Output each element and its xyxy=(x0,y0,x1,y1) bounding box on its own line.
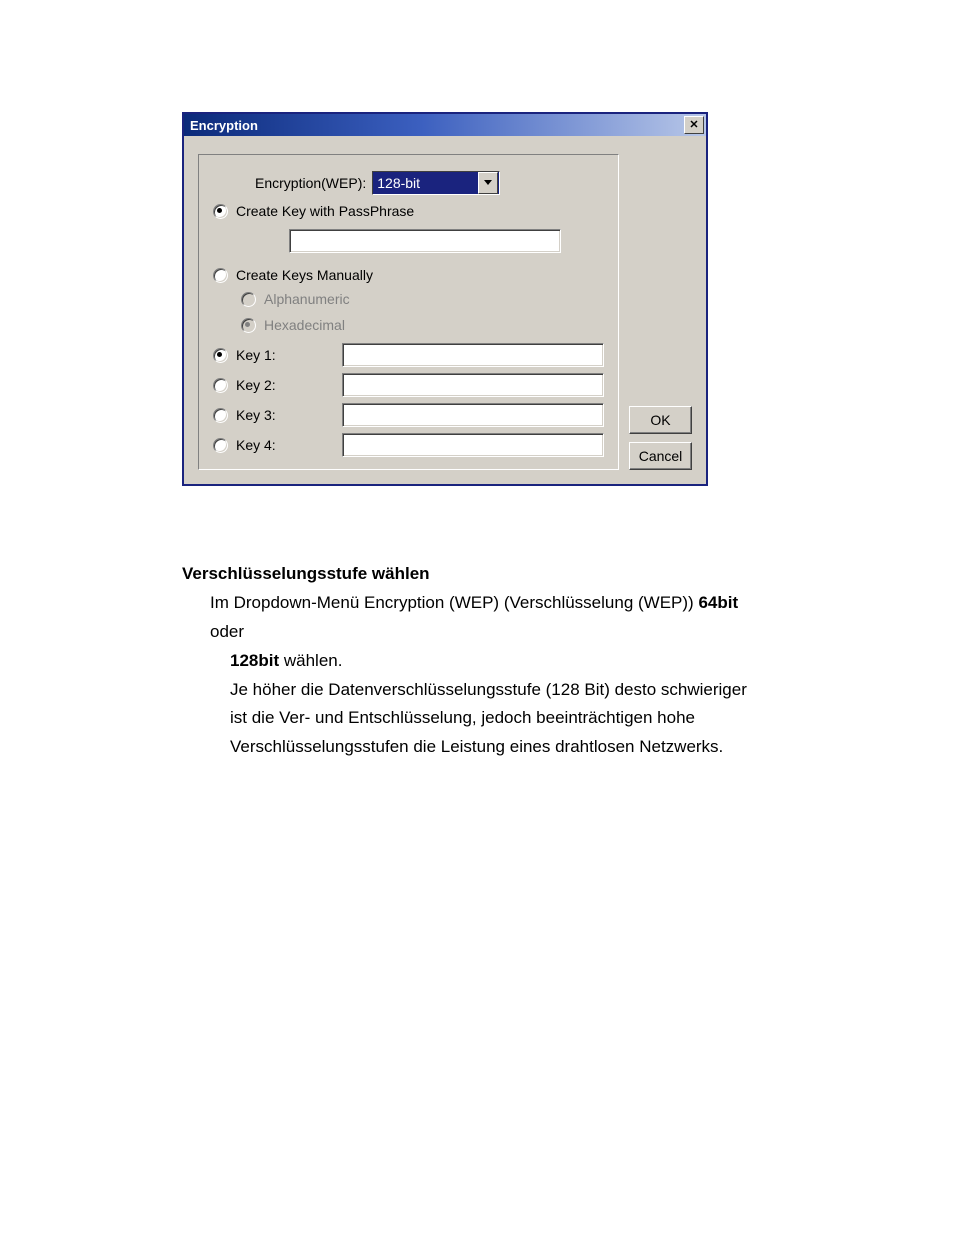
doc-para2-l2: ist die Ver- und Entschlüsselung, jedoch… xyxy=(230,704,772,733)
key4-input[interactable] xyxy=(342,433,604,457)
key3-label: Key 3: xyxy=(236,407,294,423)
radio-alpha xyxy=(241,292,256,307)
key2-label: Key 2: xyxy=(236,377,294,393)
radio-hex-label: Hexadecimal xyxy=(264,317,345,333)
doc-heading: Verschlüsselungsstufe wählen xyxy=(182,560,772,589)
key4-label: Key 4: xyxy=(236,437,294,453)
doc-para2-l3: Verschlüsselungsstufen die Leistung eine… xyxy=(230,733,772,762)
radio-alpha-label: Alphanumeric xyxy=(264,291,350,307)
doc-line2: 128bit wählen. xyxy=(230,647,772,676)
radio-key1[interactable] xyxy=(213,348,228,363)
radio-key4[interactable] xyxy=(213,438,228,453)
encryption-value: 128-bit xyxy=(373,172,477,194)
document-text: Verschlüsselungsstufe wählen Im Dropdown… xyxy=(182,560,772,762)
radio-key3[interactable] xyxy=(213,408,228,423)
passphrase-input[interactable] xyxy=(289,229,561,253)
chevron-down-icon[interactable] xyxy=(478,172,498,194)
radio-key2[interactable] xyxy=(213,378,228,393)
encryption-dialog: Encryption ✕ Encryption(WEP): 128-bit Cr… xyxy=(182,112,708,486)
radio-passphrase-label: Create Key with PassPhrase xyxy=(236,203,414,219)
key1-label: Key 1: xyxy=(236,347,294,363)
doc-para2-l1: Je höher die Datenverschlüsselungsstufe … xyxy=(230,676,772,705)
dialog-title: Encryption xyxy=(190,118,258,133)
key2-input[interactable] xyxy=(342,373,604,397)
radio-hex xyxy=(241,318,256,333)
dialog-panel: Encryption(WEP): 128-bit Create Key with… xyxy=(198,154,619,470)
encryption-label: Encryption(WEP): xyxy=(255,175,366,191)
titlebar[interactable]: Encryption ✕ xyxy=(184,114,706,136)
key3-input[interactable] xyxy=(342,403,604,427)
cancel-button[interactable]: Cancel xyxy=(629,442,692,470)
radio-passphrase[interactable] xyxy=(213,204,228,219)
close-icon[interactable]: ✕ xyxy=(684,116,704,134)
encryption-dropdown[interactable]: 128-bit xyxy=(372,171,500,195)
radio-manual[interactable] xyxy=(213,268,228,283)
key1-input[interactable] xyxy=(342,343,604,367)
doc-line1: Im Dropdown-Menü Encryption (WEP) (Versc… xyxy=(210,589,772,647)
radio-manual-label: Create Keys Manually xyxy=(236,267,373,283)
ok-button[interactable]: OK xyxy=(629,406,692,434)
